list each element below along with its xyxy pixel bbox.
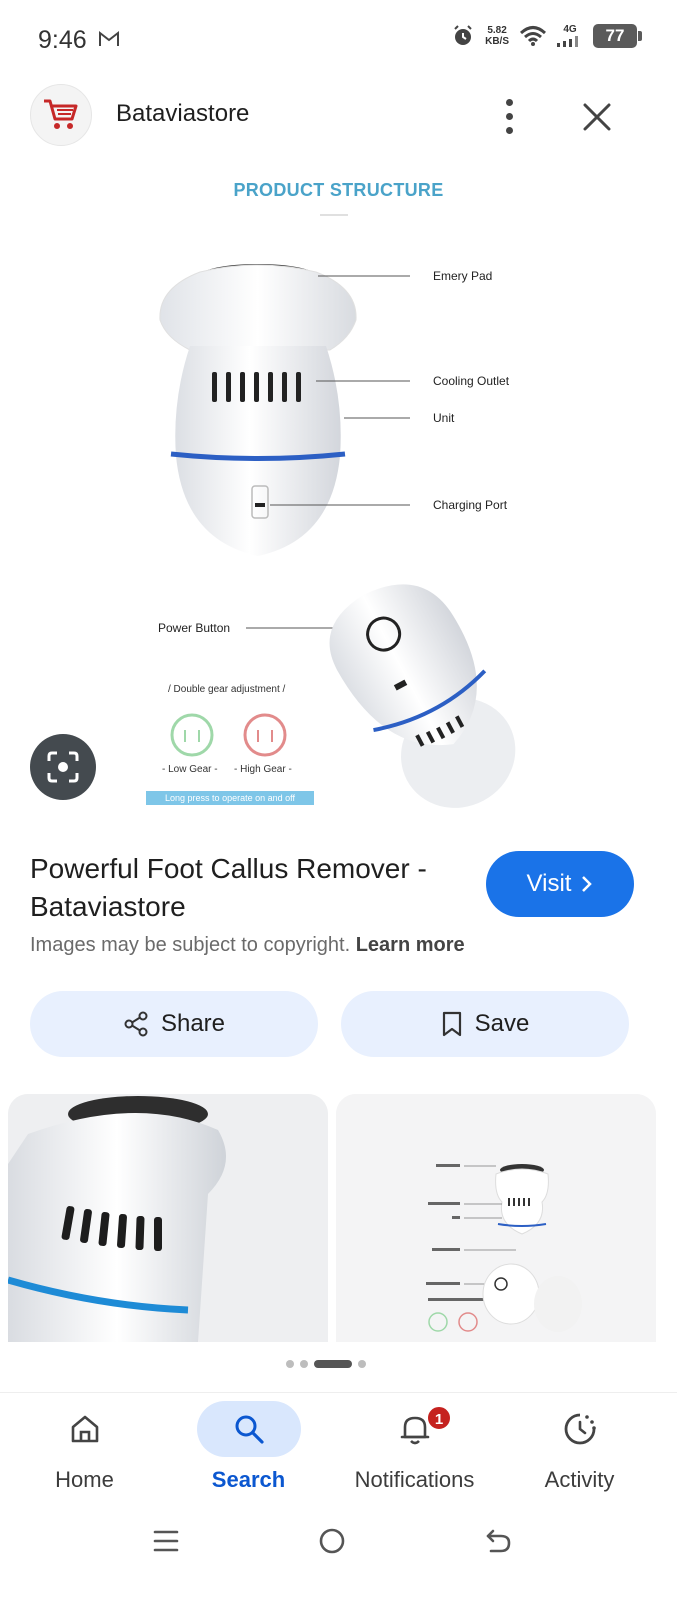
recents-button[interactable]	[136, 1514, 196, 1568]
dot	[505, 98, 513, 106]
pagination-dot-active	[314, 1360, 352, 1368]
bookmark-icon	[442, 1011, 461, 1037]
long-press-note: Long press to operate on and off	[146, 791, 314, 805]
system-navigation	[0, 1504, 677, 1600]
low-gear-label: - Low Gear -	[162, 764, 218, 775]
pagination-dot	[300, 1360, 308, 1368]
status-icons: 5.82 KB/S 4G 77	[451, 24, 642, 48]
alarm-icon	[454, 25, 472, 45]
network-type: 4G	[563, 24, 577, 35]
nav-home-icon-wrap	[33, 1401, 137, 1457]
copyright-text: Images may be subject to copyright.	[30, 934, 351, 956]
device-illustration	[159, 264, 516, 808]
back-icon	[486, 1529, 511, 1553]
device-head	[159, 264, 357, 351]
high-gear-label: - High Gear -	[234, 764, 292, 775]
pagination-dot	[286, 1360, 294, 1368]
home-system-button[interactable]	[302, 1514, 362, 1568]
battery-indicator: 77	[593, 24, 642, 48]
gmail-icon	[99, 30, 119, 46]
chevron-right-icon	[582, 876, 593, 892]
nav-home[interactable]: Home	[0, 1393, 169, 1505]
signal-icon	[557, 36, 578, 47]
save-label: Save	[474, 1010, 530, 1037]
product-image[interactable]: PRODUCT STRUCTURE Emery Pad Cooling Outl…	[0, 160, 677, 820]
high-gear-circle	[243, 713, 287, 757]
callout-power-button: Power Button	[158, 621, 231, 635]
result-header: Bataviastore	[0, 84, 677, 148]
back-button[interactable]	[468, 1514, 528, 1568]
share-icon	[124, 1011, 148, 1037]
site-name[interactable]: Bataviastore	[116, 100, 249, 128]
bottom-navigation: Home Search 1 Notifications Activity	[0, 1392, 677, 1504]
circle-home-icon	[319, 1528, 345, 1554]
lens-icon	[47, 751, 79, 783]
nav-notifications-icon-wrap	[363, 1401, 467, 1457]
search-icon	[235, 1415, 264, 1444]
gear-heading: / Double gear adjustment /	[168, 684, 286, 695]
related-image-1[interactable]	[8, 1094, 328, 1342]
nav-search[interactable]: Search	[164, 1393, 333, 1505]
wifi-icon	[519, 26, 547, 46]
more-options-button[interactable]	[494, 94, 524, 138]
dot	[505, 126, 513, 134]
callout-charging-port: Charging Port	[433, 498, 508, 512]
nav-activity[interactable]: Activity	[495, 1393, 664, 1505]
status-time: 9:46	[38, 26, 87, 54]
callout-cooling-outlet: Cooling Outlet	[433, 374, 510, 388]
result-title[interactable]: Powerful Foot Callus Remover - Bataviast…	[30, 850, 470, 926]
copyright-notice: Images may be subject to copyright. Lear…	[30, 934, 465, 957]
tilted-device	[329, 584, 516, 808]
visit-label: Visit	[526, 870, 572, 897]
site-logo[interactable]	[30, 84, 92, 146]
status-bar: 9:46 5.82 KB/S 4G 77	[0, 0, 677, 80]
carousel-pagination	[286, 1360, 366, 1368]
pagination-dot	[358, 1360, 366, 1368]
related-image-1-picture	[8, 1094, 328, 1342]
notification-badge: 1	[426, 1405, 452, 1431]
learn-more-link[interactable]: Learn more	[356, 934, 465, 956]
nav-activity-icon-wrap	[528, 1401, 632, 1457]
visit-button[interactable]: Visit	[486, 851, 634, 917]
share-label: Share	[160, 1010, 226, 1037]
nav-search-label: Search	[211, 1467, 286, 1492]
nav-home-label: Home	[55, 1467, 114, 1492]
related-image-2-picture	[336, 1094, 656, 1342]
shopping-cart-icon	[44, 99, 78, 129]
nav-activity-label: Activity	[544, 1467, 615, 1492]
lens-search-button[interactable]	[30, 734, 96, 800]
close-icon[interactable]	[578, 98, 616, 136]
activity-icon	[564, 1413, 596, 1445]
net-speed: 5.82 KB/S	[485, 25, 509, 47]
related-image-2[interactable]	[336, 1094, 656, 1342]
callout-unit: Unit	[433, 411, 455, 425]
dot	[505, 112, 513, 120]
share-button[interactable]: Share	[30, 991, 318, 1057]
nav-notifications[interactable]: 1 Notifications	[330, 1393, 499, 1505]
low-gear-circle	[170, 713, 214, 757]
nav-notifications-label: Notifications	[354, 1467, 475, 1492]
menu-icon	[153, 1530, 179, 1552]
home-icon	[71, 1415, 98, 1443]
nav-search-icon-wrap	[196, 1401, 301, 1457]
callout-emery-pad: Emery Pad	[433, 269, 493, 283]
cell-signal: 4G	[557, 25, 583, 47]
save-button[interactable]: Save	[341, 991, 629, 1057]
